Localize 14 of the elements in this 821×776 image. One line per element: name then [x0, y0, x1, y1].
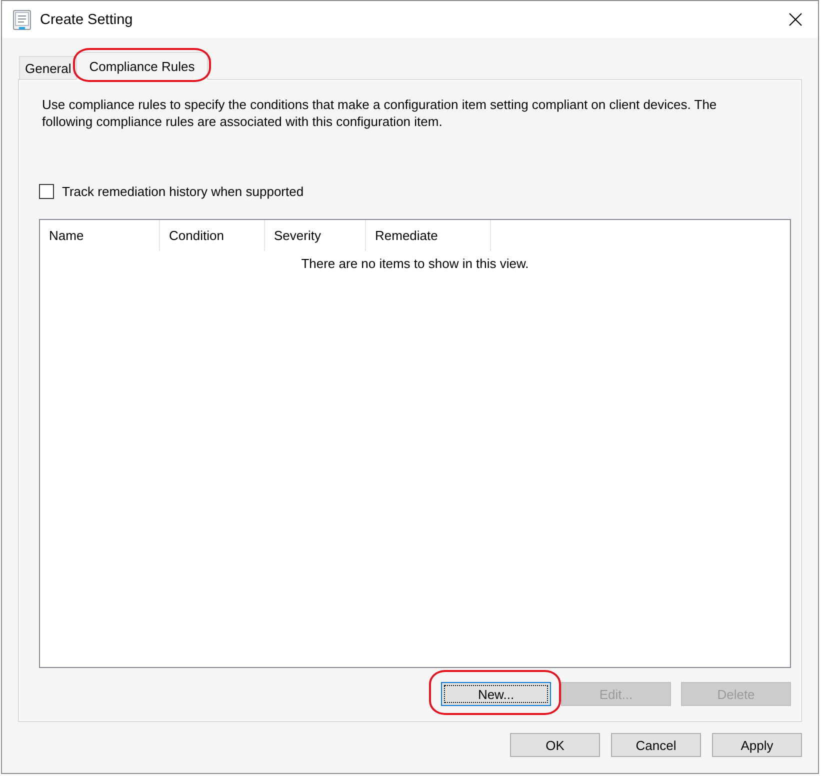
close-button[interactable]	[789, 13, 802, 26]
form-icon	[13, 10, 31, 30]
description-text: Use compliance rules to specify the conditions that make a configuration item setting compliant on client devices. The following compliance rules are associated with this configuration item.	[42, 96, 718, 130]
close-icon	[789, 13, 802, 26]
window-title: Create Setting	[40, 12, 134, 28]
tab[interactable]: Compliance Rules	[76, 52, 208, 80]
checkbox[interactable]	[39, 184, 54, 199]
checkbox-label[interactable]: Track remediation history when supported	[62, 184, 304, 199]
dialog-button[interactable]: Apply	[712, 733, 802, 757]
empty-message: There are no items to show in this view.	[301, 256, 529, 271]
dialog-button[interactable]: OK	[510, 733, 600, 757]
dialog-button[interactable]: Cancel	[611, 733, 701, 757]
tab[interactable]: General	[19, 56, 78, 79]
push-button[interactable]: New...	[441, 682, 551, 706]
